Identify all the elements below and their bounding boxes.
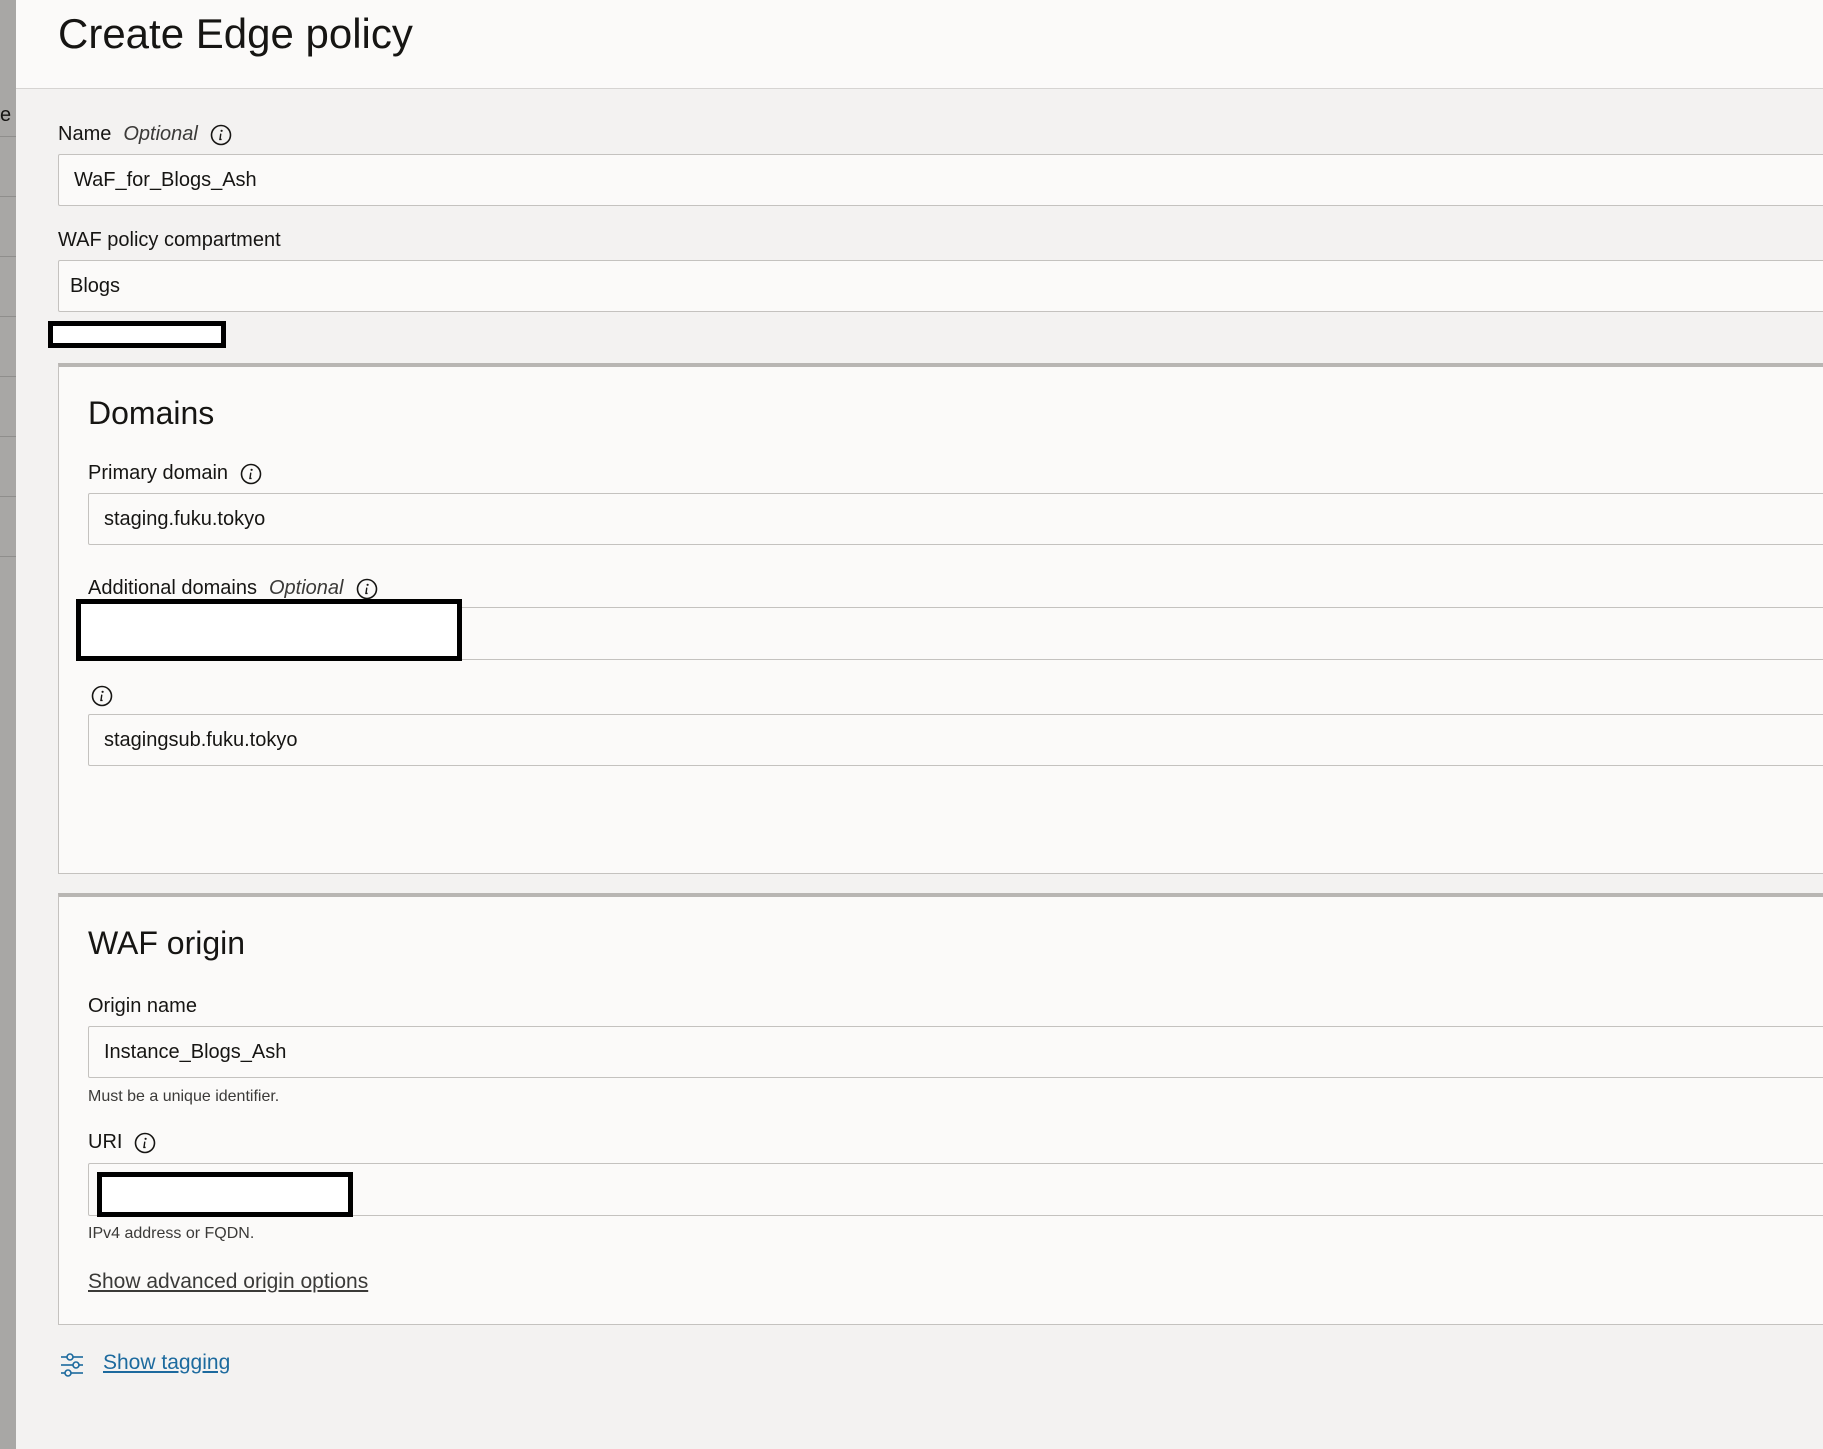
name-label: Name (58, 123, 112, 145)
background-row (0, 496, 16, 557)
background-row (0, 196, 16, 257)
origin-name-input[interactable]: Instance_Blogs_Ash (88, 1026, 1823, 1078)
info-icon[interactable] (210, 124, 232, 146)
additional-domains-label-row: Additional domains Optional (88, 577, 378, 600)
primary-domain-input-value: staging.fuku.tokyo (104, 507, 266, 530)
info-icon[interactable] (91, 685, 113, 707)
redaction-box (48, 321, 226, 348)
redaction-box (76, 599, 462, 661)
sliders-icon[interactable] (58, 1351, 86, 1379)
compartment-label: WAF policy compartment (58, 229, 281, 251)
page-title: Create Edge policy (58, 10, 413, 57)
name-label-row: Name Optional (58, 123, 232, 146)
origin-name-label-row: Origin name (88, 995, 197, 1018)
origin-name-input-value: Instance_Blogs_Ash (104, 1040, 287, 1063)
waf-origin-section: WAF origin Origin name Instance_Blogs_As… (58, 893, 1823, 1325)
panel-header: Create Edge policy (16, 0, 1823, 89)
info-icon[interactable] (356, 578, 378, 600)
background-row (0, 376, 16, 437)
uri-label: URI (88, 1131, 123, 1153)
background-row (0, 256, 16, 317)
uri-label-row: URI (88, 1131, 156, 1154)
info-icon[interactable] (240, 463, 262, 485)
additional-domains-optional-label: Optional (269, 577, 344, 599)
show-tagging-link[interactable]: Show tagging (103, 1351, 230, 1375)
create-edge-policy-panel: Create Edge policy Name Optional WaF_for… (16, 0, 1823, 1449)
primary-domain-input[interactable]: staging.fuku.tokyo (88, 493, 1823, 545)
additional-domain-input[interactable]: stagingsub.fuku.tokyo (88, 714, 1823, 766)
uri-helper-text: IPv4 address or FQDN. (88, 1225, 255, 1242)
redaction-box (97, 1172, 353, 1217)
additional-domain-input-value: stagingsub.fuku.tokyo (104, 728, 298, 751)
domains-section: Domains Primary domain staging.fuku.toky… (58, 363, 1823, 874)
name-optional-label: Optional (123, 123, 198, 145)
background-page-strip: e (0, 0, 16, 1449)
background-row (0, 76, 16, 137)
background-row (0, 136, 16, 197)
info-icon[interactable] (134, 1132, 156, 1154)
background-row (0, 316, 16, 377)
name-input[interactable]: WaF_for_Blogs_Ash (58, 154, 1823, 206)
additional-domains-label: Additional domains (88, 577, 257, 599)
primary-domain-label-row: Primary domain (88, 462, 262, 485)
show-advanced-origin-options-link[interactable]: Show advanced origin options (88, 1270, 368, 1294)
origin-name-helper-text: Must be a unique identifier. (88, 1088, 280, 1105)
primary-domain-label: Primary domain (88, 462, 229, 484)
name-input-value: WaF_for_Blogs_Ash (74, 168, 257, 191)
domains-section-title: Domains (88, 395, 215, 431)
compartment-select[interactable]: Blogs (58, 260, 1823, 312)
compartment-select-value: Blogs (70, 274, 121, 297)
background-row (0, 436, 16, 497)
waf-origin-section-title: WAF origin (88, 925, 246, 961)
origin-name-label: Origin name (88, 995, 197, 1017)
compartment-label-row: WAF policy compartment (58, 229, 281, 252)
